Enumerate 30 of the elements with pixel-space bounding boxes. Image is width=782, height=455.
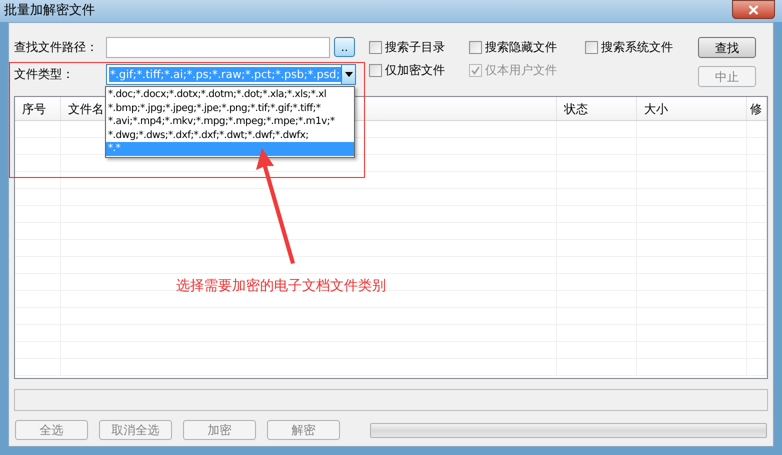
column-header[interactable]: 修 [747,97,767,120]
checkbox[interactable] [469,40,482,54]
checkbox-label: 仅加密文件 [385,62,445,79]
dropdown-item[interactable]: *.dwg;*.dws;*.dxf;*.dxf;*.dwt;*.dwf;*.dwfx; [106,128,354,142]
dropdown-item[interactable]: *.doc;*.docx;*.dotx;*.dotm;*.dot;*.xla;*.xls;*.xl [106,88,354,102]
field-label: 查找文件路径： [14,39,99,56]
caret-icon [344,72,352,76]
dropdown-item[interactable]: *.avi;*.mp4;*.mkv;*.mpg;*.mpeg;*.mpe;*.m1v;* [106,115,354,128]
checkbox-label: 仅本用户文件 [485,62,557,79]
checkbox-label: 搜索系统文件 [601,39,673,56]
window-title: 批量加解密文件 [4,2,95,20]
close-icon [748,4,759,14]
checkbox-label: 搜索隐藏文件 [485,39,557,56]
close-button[interactable] [732,0,775,19]
button[interactable]: 查找 [698,37,756,58]
annotation-text: 选择需要加密的电子文档文件类别 [176,277,386,296]
column-header[interactable]: 大小 [637,97,747,120]
column-header[interactable]: 状态 [557,97,637,120]
dropdown-item[interactable]: *.bmp;*.jpg;*.jpeg;*.jpe;*.png;*.tif;*.gif;*.tiff;* [106,102,354,115]
path-input-field[interactable] [106,36,330,58]
column-header[interactable]: 序号 [15,97,61,120]
checkbox-label: 搜索子目录 [385,39,445,56]
checkbox[interactable] [369,40,382,54]
browse-button[interactable]: .. [334,37,355,57]
combo-value: *.gif;*.tiff;*.ai;*.ps;*.raw;*.pct;*.psb;*.psd; [109,66,341,82]
checkmark-icon [471,66,480,74]
field-label: 文件类型： [14,66,75,83]
checkbox[interactable] [369,64,382,76]
checkbox[interactable] [585,40,598,54]
dropdown-button[interactable] [341,64,355,84]
